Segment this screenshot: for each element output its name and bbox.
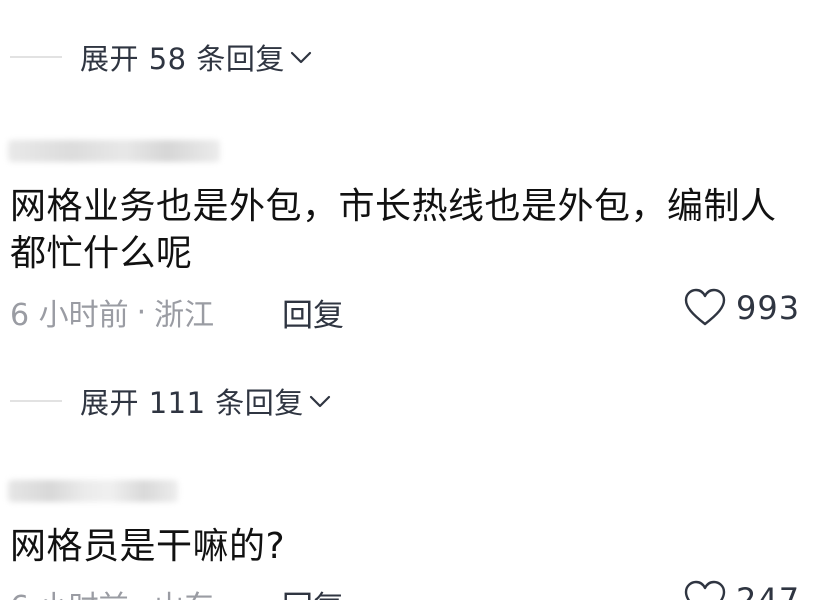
expand-replies-label: 展开 111 条回复: [80, 386, 304, 420]
username-blurred[interactable]: [8, 140, 220, 162]
heart-outline-icon: [684, 580, 726, 600]
comment-text-line: 网格员是干嘛的?: [10, 526, 286, 567]
expand-divider-line: [10, 56, 62, 58]
comment-text-line: 都忙什么呢: [10, 233, 193, 274]
heart-outline-icon: [684, 288, 726, 326]
comment-meta: 6 小时前 · 山东: [10, 582, 214, 600]
like-button[interactable]: 993: [684, 288, 800, 328]
comment-location: 山东: [154, 582, 214, 600]
expand-replies-button[interactable]: 展开 58 条回复: [0, 36, 313, 78]
chevron-down-icon: [290, 51, 311, 64]
like-count: 247: [736, 581, 801, 600]
reply-button[interactable]: 回复: [282, 582, 344, 600]
comment-thread: 展开 58 条回复 网格业务也是外包，市长热线也是外包，编制人 都忙什么呢 6 …: [0, 0, 820, 600]
comment-time: 6 小时前: [10, 298, 129, 333]
chevron-down-icon: [309, 395, 330, 408]
expand-replies-button[interactable]: 展开 111 条回复: [0, 380, 332, 422]
reply-button[interactable]: 回复: [282, 290, 344, 335]
expand-replies-label: 展开 58 条回复: [80, 42, 285, 76]
like-count: 993: [736, 289, 801, 327]
like-button[interactable]: 247: [684, 580, 800, 600]
comment-time: 6 小时前: [10, 582, 129, 600]
comment-text-line: 网格业务也是外包，市长热线也是外包，编制人: [10, 186, 777, 227]
username-blurred[interactable]: [8, 480, 178, 502]
meta-separator: ·: [137, 587, 147, 600]
meta-separator: ·: [136, 294, 147, 330]
expand-divider-line: [10, 400, 62, 402]
comment-location: 浙江: [154, 298, 215, 333]
comment-meta: 6 小时前 · 浙江: [10, 290, 214, 334]
